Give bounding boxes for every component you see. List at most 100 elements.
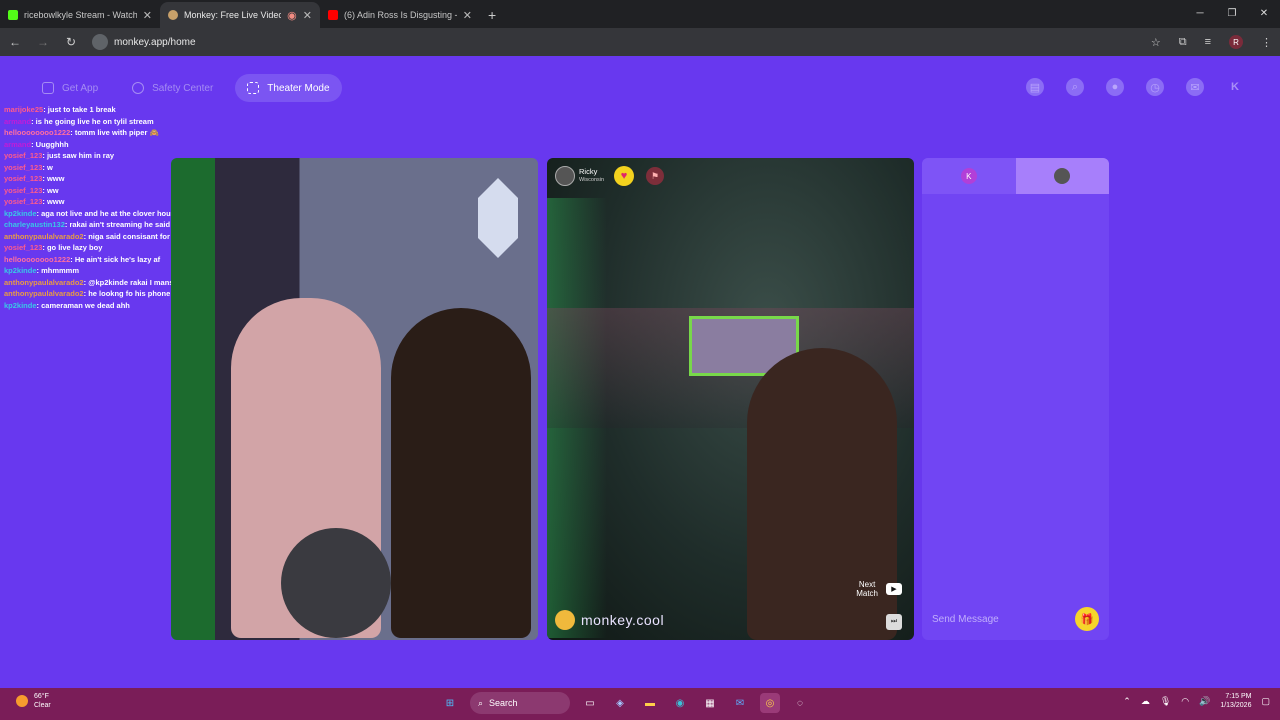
extensions-icon[interactable]: ⧉	[1179, 36, 1187, 49]
safety-center-button[interactable]: Safety Center	[120, 74, 225, 102]
messages-icon[interactable]: ✉	[1186, 78, 1204, 96]
edge-icon[interactable]: ◉	[670, 693, 690, 713]
get-app-label: Get App	[62, 82, 99, 94]
onedrive-icon[interactable]: ☁	[1141, 696, 1150, 707]
skip-icon[interactable]: ⏭	[886, 614, 902, 630]
chat-username[interactable]: yosief_123	[4, 151, 42, 160]
url-field[interactable]: monkey.app/home	[92, 34, 196, 50]
self-video	[171, 158, 538, 640]
store-icon[interactable]: ▤	[1026, 78, 1044, 96]
chat-text: : w	[42, 162, 53, 172]
chat-username[interactable]: kp2kinde	[4, 301, 37, 310]
chat-message: helloooooooo1222: tomm live with piper 🙈	[4, 127, 304, 139]
bookmark-star-icon[interactable]: ☆	[1151, 36, 1161, 49]
chat-username[interactable]: yosief_123	[4, 197, 42, 206]
chat-username[interactable]: kp2kinde	[4, 209, 37, 218]
notifications-icon[interactable]: ▢	[1261, 696, 1270, 707]
like-heart-button[interactable]: ♥	[614, 166, 635, 186]
get-app-button[interactable]: Get App	[30, 74, 110, 102]
match-location: Wisconsin	[579, 177, 605, 183]
monkey-logo-icon	[555, 610, 575, 630]
chat-username[interactable]: yosief_123	[4, 163, 42, 172]
chat-username[interactable]: yosief_123	[4, 243, 42, 252]
weather-condition: Clear	[34, 702, 51, 709]
clock[interactable]: 7:15 PM 1/13/2026	[1220, 692, 1251, 710]
chat-username[interactable]: anthonypaulalvarado2	[4, 278, 84, 287]
taskbar-apps: ⊞ ⌕ Search ▭ ◈ ▬ ◉ ▦ ✉ ◎ ◌	[440, 692, 810, 714]
theater-mode-button[interactable]: Theater Mode	[235, 74, 342, 102]
chat-username[interactable]: armand	[4, 140, 31, 149]
gift-icon[interactable]: 🎁	[1075, 607, 1099, 631]
chat-text: : just to take 1 break	[43, 105, 116, 114]
weather-icon	[16, 695, 28, 707]
minimize-icon[interactable]: ─	[1184, 0, 1216, 28]
browser-tab-active[interactable]: Monkey: Free Live Video Ch ◉ ✕	[160, 2, 320, 28]
taskbar-search[interactable]: ⌕ Search	[470, 692, 570, 714]
close-tab-icon[interactable]: ✕	[303, 9, 312, 22]
file-explorer-icon[interactable]: ▬	[640, 693, 660, 713]
maximize-icon[interactable]: ❐	[1216, 0, 1248, 28]
microphone-icon[interactable]: 🎙	[1160, 696, 1171, 707]
match-video: Ricky Wisconsin ♥ ⚑ Next Match ▶ ⏭ monke…	[547, 158, 914, 640]
task-view-icon[interactable]: ▭	[580, 693, 600, 713]
date: 1/13/2026	[1220, 702, 1252, 709]
tab-match[interactable]	[1015, 158, 1109, 194]
next-match-button[interactable]: Next Match ▶	[856, 580, 902, 598]
media-controls-icon[interactable]: ≡	[1205, 36, 1211, 48]
windows-start-icon[interactable]: ⊞	[440, 693, 460, 713]
chat-username[interactable]: marijoke25	[4, 105, 43, 114]
self-avatar: K	[960, 168, 977, 184]
chat-username[interactable]: anthonypaulalvarado2	[4, 232, 84, 241]
profile-avatar[interactable]: R	[1229, 35, 1243, 49]
report-icon[interactable]: ⚑	[646, 167, 665, 185]
chat-username[interactable]: kp2kinde	[4, 266, 37, 275]
close-tab-icon[interactable]: ✕	[463, 9, 472, 22]
new-tab-button[interactable]: +	[488, 2, 496, 28]
copilot-icon[interactable]: ◈	[610, 693, 630, 713]
profile-button[interactable]: K	[1226, 78, 1244, 96]
system-tray: ⌃ ☁ 🎙 ◠ 🔊 7:15 PM 1/13/2026 ▢	[1123, 692, 1270, 710]
chat-username[interactable]: helloooooooo1222	[4, 128, 70, 137]
wifi-icon[interactable]: ◠	[1181, 696, 1189, 707]
chat-text: : go live lazy boy	[42, 243, 103, 252]
search-icon[interactable]: ⌕	[1066, 78, 1084, 96]
history-icon[interactable]: ◷	[1146, 78, 1164, 96]
chat-username[interactable]: yosief_123	[4, 186, 42, 195]
tab-title: Monkey: Free Live Video Ch	[184, 10, 282, 20]
browser-tab[interactable]: ricebowlkyle Stream - Watch Li ✕	[0, 2, 160, 28]
match-user-badge[interactable]: Ricky Wisconsin ♥ ⚑	[555, 166, 665, 186]
chat-username[interactable]: anthonypaulalvarado2	[4, 289, 84, 298]
send-message-input[interactable]: Send Message	[932, 614, 1075, 625]
windows-taskbar: 66°F Clear ⊞ ⌕ Search ▭ ◈ ▬ ◉ ▦ ✉ ◎ ◌ ⌃ …	[0, 688, 1280, 720]
mail-icon[interactable]: ✉	[730, 693, 750, 713]
chrome-icon[interactable]: ◎	[760, 693, 780, 713]
tray-chevron-icon[interactable]: ⌃	[1123, 696, 1131, 707]
friends-icon[interactable]: ●	[1106, 78, 1124, 96]
tab-self[interactable]: K	[922, 158, 1016, 194]
back-icon[interactable]: ←	[8, 35, 22, 49]
recording-app-icon[interactable]: ◌	[790, 693, 810, 713]
streamer-person	[391, 308, 531, 638]
browser-toolbar: ☆ ⧉ ≡ R ⋮	[1151, 35, 1272, 49]
chat-username[interactable]: helloooooooo1222	[4, 255, 70, 264]
chat-message: armand: is he going live he on tylil str…	[4, 116, 304, 128]
browser-tab[interactable]: (6) Adin Ross Is Disgusting - Yo ✕	[320, 2, 480, 28]
close-window-icon[interactable]: ✕	[1248, 0, 1280, 28]
chat-username[interactable]: armand	[4, 117, 31, 126]
chat-text: : www	[42, 197, 65, 206]
chat-panel: K Send Message 🎁	[922, 158, 1109, 640]
weather-widget[interactable]: 66°F Clear	[16, 692, 51, 710]
youtube-favicon-icon	[328, 10, 338, 20]
site-info-icon[interactable]	[92, 34, 108, 50]
chat-username[interactable]: charleyaustin132	[4, 220, 65, 229]
watermark-text: monkey.cool	[581, 612, 665, 628]
taskbar-search-label: Search	[489, 698, 518, 708]
message-composer: Send Message 🎁	[922, 598, 1109, 640]
close-tab-icon[interactable]: ✕	[143, 9, 152, 22]
forward-icon[interactable]: →	[36, 35, 50, 49]
reload-icon[interactable]: ↻	[64, 35, 78, 49]
store-icon[interactable]: ▦	[700, 693, 720, 713]
volume-icon[interactable]: 🔊	[1199, 696, 1210, 707]
chat-username[interactable]: yosief_123	[4, 174, 42, 183]
menu-kebab-icon[interactable]: ⋮	[1261, 36, 1272, 49]
